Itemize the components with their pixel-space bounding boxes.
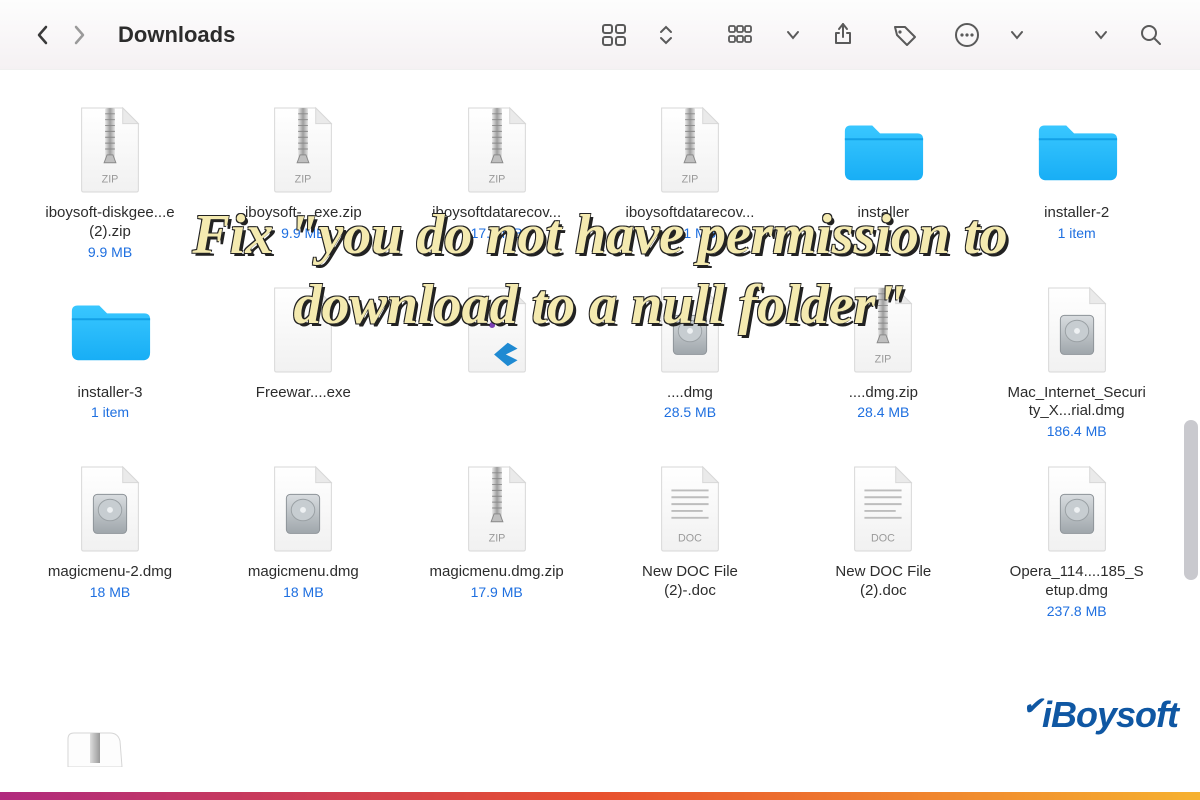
file-item[interactable] bbox=[427, 280, 567, 440]
file-name-label: iboysoftdatarecov... bbox=[432, 204, 561, 223]
tags-button[interactable] bbox=[884, 14, 926, 56]
file-name-label: Freewar....exe bbox=[256, 384, 351, 403]
svg-text:ZIP: ZIP bbox=[488, 532, 505, 544]
exe-icon bbox=[253, 280, 353, 380]
file-item[interactable]: ZIP iboysoft-diskgee...e (2).zip 9.9 MB bbox=[40, 100, 180, 260]
file-name-label: iboysoft-...exe.zip bbox=[245, 204, 362, 223]
file-item[interactable]: installer-2 1 item bbox=[1007, 100, 1147, 260]
file-name-label: installer-3 bbox=[77, 384, 142, 403]
chevron-down-icon[interactable] bbox=[1008, 14, 1026, 56]
file-sub-label: 28.4 MB bbox=[857, 404, 909, 420]
file-sub-label: 18 MB bbox=[283, 584, 323, 600]
file-name-label: installer bbox=[857, 204, 909, 223]
zip-icon: ZIP bbox=[833, 280, 933, 380]
doc-icon: DOC bbox=[833, 459, 933, 559]
file-item[interactable]: ZIP iboysoft-...exe.zip 9.9 MB bbox=[233, 100, 373, 260]
folder-icon bbox=[833, 100, 933, 200]
file-sub-label: 1 item bbox=[91, 404, 129, 420]
file-name-label: ....dmg.zip bbox=[849, 384, 918, 403]
watermark-logo: ✔iBoysoft bbox=[1023, 692, 1178, 736]
dmg-icon bbox=[60, 459, 160, 559]
file-name-label: Opera_114....185_Setup.dmg bbox=[1007, 563, 1147, 601]
file-name-label: Mac_Internet_Security_X...rial.dmg bbox=[1007, 384, 1147, 422]
doc-icon: DOC bbox=[640, 459, 740, 559]
file-item[interactable]: ZIP iboysoftdatarecov... 17.1 MB bbox=[620, 100, 760, 260]
file-item[interactable]: DOC New DOC File (2)-.doc bbox=[620, 459, 760, 619]
zip-icon: ZIP bbox=[447, 459, 547, 559]
dmg-icon bbox=[640, 280, 740, 380]
chevron-down-icon[interactable] bbox=[1092, 14, 1110, 56]
file-name-label: iboysoftdatarecov... bbox=[626, 204, 755, 223]
file-item[interactable]: Freewar....exe bbox=[233, 280, 373, 440]
file-name-label: installer-2 bbox=[1044, 204, 1109, 223]
share-button[interactable] bbox=[822, 14, 864, 56]
dmg-icon bbox=[1027, 280, 1127, 380]
more-actions-button[interactable] bbox=[946, 14, 988, 56]
partial-next-row bbox=[60, 731, 130, 772]
dmg-icon bbox=[1027, 459, 1127, 559]
dmg-icon bbox=[253, 459, 353, 559]
file-sub-label: 28.5 MB bbox=[664, 404, 716, 420]
svg-text:ZIP: ZIP bbox=[488, 173, 505, 185]
file-item[interactable]: DOC New DOC File (2).doc bbox=[813, 459, 953, 619]
group-by-button[interactable] bbox=[722, 14, 764, 56]
file-sub-label: 17.9 MB bbox=[471, 584, 523, 600]
nav-forward-button[interactable] bbox=[64, 20, 94, 50]
file-item[interactable]: ....dmg28.5 MB bbox=[620, 280, 760, 440]
file-sub-label: 1 item bbox=[1058, 225, 1096, 241]
file-sub-label: 237.8 MB bbox=[1047, 603, 1107, 619]
folder-icon bbox=[60, 280, 160, 380]
file-name-label: magicmenu.dmg bbox=[248, 563, 359, 582]
file-item[interactable]: ZIP ....dmg.zip28.4 MB bbox=[813, 280, 953, 440]
file-name-label: iboysoft-diskgee...e (2).zip bbox=[40, 204, 180, 242]
file-item[interactable]: installer bbox=[813, 100, 953, 260]
file-item[interactable]: ZIP magicmenu.dmg.zip 17.9 MB bbox=[427, 459, 567, 619]
file-name-label: New DOC File (2)-.doc bbox=[620, 563, 760, 601]
toolbar: Downloads bbox=[0, 0, 1200, 70]
file-item[interactable]: ZIP iboysoftdatarecov... 17.1 MB bbox=[427, 100, 567, 260]
chevron-down-icon[interactable] bbox=[784, 14, 802, 56]
file-grid: ZIPiboysoft-diskgee...e (2).zip9.9 MBZIP… bbox=[0, 70, 1200, 800]
file-sub-label: 17.1 MB bbox=[471, 225, 523, 241]
svg-text:ZIP: ZIP bbox=[295, 173, 312, 185]
svg-text:ZIP: ZIP bbox=[875, 353, 892, 365]
file-sub-label: 17.1 MB bbox=[664, 225, 716, 241]
file-sub-label: 18 MB bbox=[90, 584, 130, 600]
folder-icon bbox=[1027, 100, 1127, 200]
zip-icon: ZIP bbox=[60, 100, 160, 200]
zip-icon: ZIP bbox=[640, 100, 740, 200]
file-name-label: New DOC File (2).doc bbox=[813, 563, 953, 601]
file-name-label: magicmenu-2.dmg bbox=[48, 563, 172, 582]
file-sub-label: 186.4 MB bbox=[1047, 423, 1107, 439]
svg-text:ZIP: ZIP bbox=[102, 173, 119, 185]
search-button[interactable] bbox=[1130, 14, 1172, 56]
file-item[interactable]: magicmenu-2.dmg 18 MB bbox=[40, 459, 180, 619]
svg-text:DOC: DOC bbox=[678, 532, 702, 544]
file-item[interactable]: installer-31 item bbox=[40, 280, 180, 440]
file-item[interactable]: Opera_114....185_Setup.dmg 237.8 MB bbox=[1007, 459, 1147, 619]
file-item[interactable]: Mac_Internet_Security_X...rial.dmg186.4 … bbox=[1007, 280, 1147, 440]
view-as-icons-button[interactable] bbox=[594, 14, 636, 56]
file-sub-label: 9.9 MB bbox=[281, 225, 325, 241]
file-name-label: magicmenu.dmg.zip bbox=[430, 563, 564, 582]
zip-icon: ZIP bbox=[253, 100, 353, 200]
nav-back-button[interactable] bbox=[28, 20, 58, 50]
view-stepper-icon[interactable] bbox=[656, 14, 676, 56]
finder-window: Downloads bbox=[0, 0, 1200, 800]
zip-icon: ZIP bbox=[447, 100, 547, 200]
svg-text:ZIP: ZIP bbox=[682, 173, 699, 185]
dock-edge bbox=[0, 792, 1200, 800]
file-item[interactable]: magicmenu.dmg 18 MB bbox=[233, 459, 373, 619]
file-name-label: ....dmg bbox=[667, 384, 713, 403]
location-title: Downloads bbox=[118, 22, 235, 48]
file-sub-label: 9.9 MB bbox=[88, 244, 132, 260]
vertical-scrollbar[interactable] bbox=[1184, 420, 1198, 580]
svg-text:DOC: DOC bbox=[871, 532, 895, 544]
vscode-icon bbox=[447, 280, 547, 380]
